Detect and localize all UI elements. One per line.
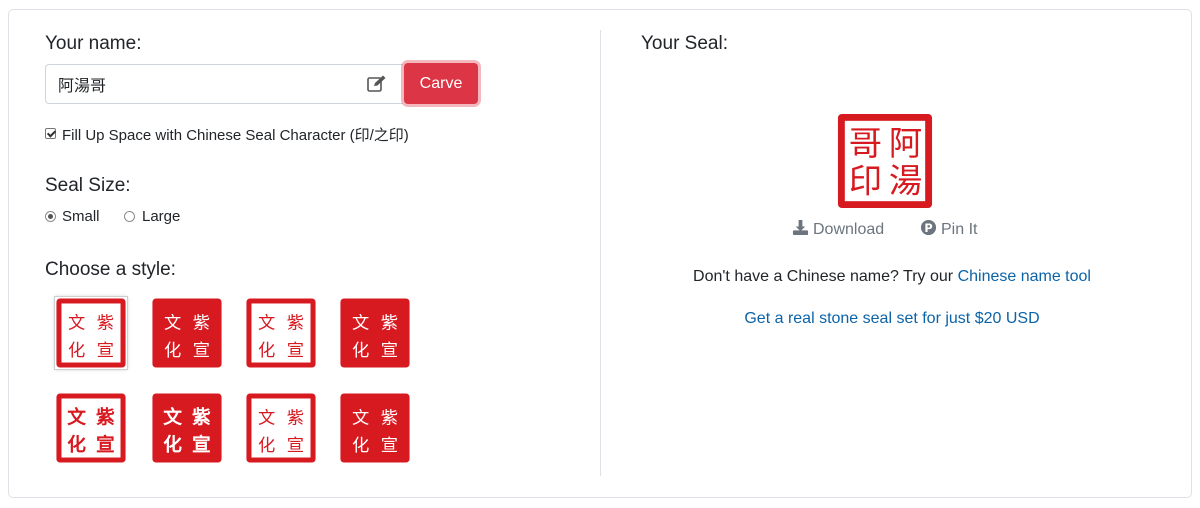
style-char: 化 [67,434,86,456]
style-char: 紫 [192,407,211,429]
name-heading: Your name: [45,33,142,54]
download-link[interactable]: Download [792,219,884,241]
style-char: 宣 [97,341,114,361]
size-large-label: Large [142,208,181,225]
name-input[interactable] [45,64,403,104]
style-option-6[interactable]: 文紫化宣 [151,392,223,464]
style-option-1[interactable]: 文紫化宣 [54,296,128,370]
style-char: 紫 [97,314,114,334]
style-seal-image: 文紫化宣 [340,393,410,463]
fill-space-checkbox[interactable] [45,128,56,139]
style-char: 宣 [192,434,211,456]
style-seal-image: 文紫化宣 [152,298,222,368]
style-seal-image: 文紫化宣 [56,393,126,463]
style-char: 宣 [96,434,115,456]
seal-heading: Your Seal: [641,33,728,54]
style-char: 化 [163,434,182,456]
style-char: 紫 [193,314,210,334]
style-char: 文 [258,409,275,429]
style-char: 文 [164,314,181,334]
style-char: 化 [258,341,275,361]
name-tool-line: Don't have a Chinese name? Try our Chine… [600,268,1184,286]
column-divider [600,30,601,476]
stone-seal-link[interactable]: Get a real stone seal set for just $20 U… [744,310,1039,327]
style-char: 文 [68,314,85,334]
size-small-label: Small [62,208,100,225]
pin-it-link[interactable]: P Pin It [920,219,977,241]
seal-preview-image: 阿 湯 哥 印 [837,113,933,209]
style-char: 化 [352,341,369,361]
style-char: 文 [352,314,369,334]
style-heading: Choose a style: [45,259,176,280]
style-seal-image: 文紫化宣 [152,393,222,463]
svg-text:P: P [924,221,932,235]
chinese-name-tool-link[interactable]: Chinese name tool [958,268,1091,285]
size-heading: Seal Size: [45,175,131,196]
download-label: Download [813,221,885,238]
style-char: 紫 [287,314,304,334]
style-char: 化 [258,436,275,456]
seal-preview: 阿 湯 哥 印 [836,112,934,210]
style-char: 文 [352,409,369,429]
pinterest-icon: P [920,219,937,241]
name-tool-prefix: Don't have a Chinese name? Try our [693,268,954,285]
style-char: 紫 [96,407,115,429]
seal-char-2: 湯 [889,161,922,200]
style-seal-image: 文紫化宣 [246,298,316,368]
style-char: 文 [258,314,275,334]
style-seal-image: 文紫化宣 [56,298,126,368]
download-icon [792,219,809,241]
style-char: 文 [163,407,182,429]
style-option-7[interactable]: 文紫化宣 [245,392,317,464]
seal-char-1: 阿 [889,124,922,163]
seal-char-3: 哥 [849,124,882,163]
carve-button[interactable]: Carve [404,63,478,104]
style-char: 紫 [381,314,398,334]
style-char: 宣 [381,341,398,361]
style-char: 宣 [287,341,304,361]
pin-label: Pin It [941,221,978,238]
edit-icon[interactable] [366,74,388,94]
style-seal-image: 文紫化宣 [246,393,316,463]
style-char: 紫 [381,409,398,429]
style-option-8[interactable]: 文紫化宣 [339,392,411,464]
fill-space-label: Fill Up Space with Chinese Seal Characte… [62,127,409,144]
style-option-5[interactable]: 文紫化宣 [55,392,127,464]
style-char: 宣 [381,436,398,456]
style-option-4[interactable]: 文紫化宣 [339,297,411,369]
style-char: 化 [164,341,181,361]
style-option-3[interactable]: 文紫化宣 [245,297,317,369]
style-option-2[interactable]: 文紫化宣 [151,297,223,369]
size-large-radio[interactable] [124,211,135,222]
style-char: 化 [352,436,369,456]
style-seal-image: 文紫化宣 [340,298,410,368]
style-char: 宣 [287,436,304,456]
style-char: 紫 [287,409,304,429]
size-small-radio[interactable] [45,211,56,222]
stone-seal-line: Get a real stone seal set for just $20 U… [600,310,1184,328]
seal-char-4: 印 [849,161,882,200]
style-char: 宣 [193,341,210,361]
style-char: 化 [68,341,85,361]
style-char: 文 [67,407,86,429]
